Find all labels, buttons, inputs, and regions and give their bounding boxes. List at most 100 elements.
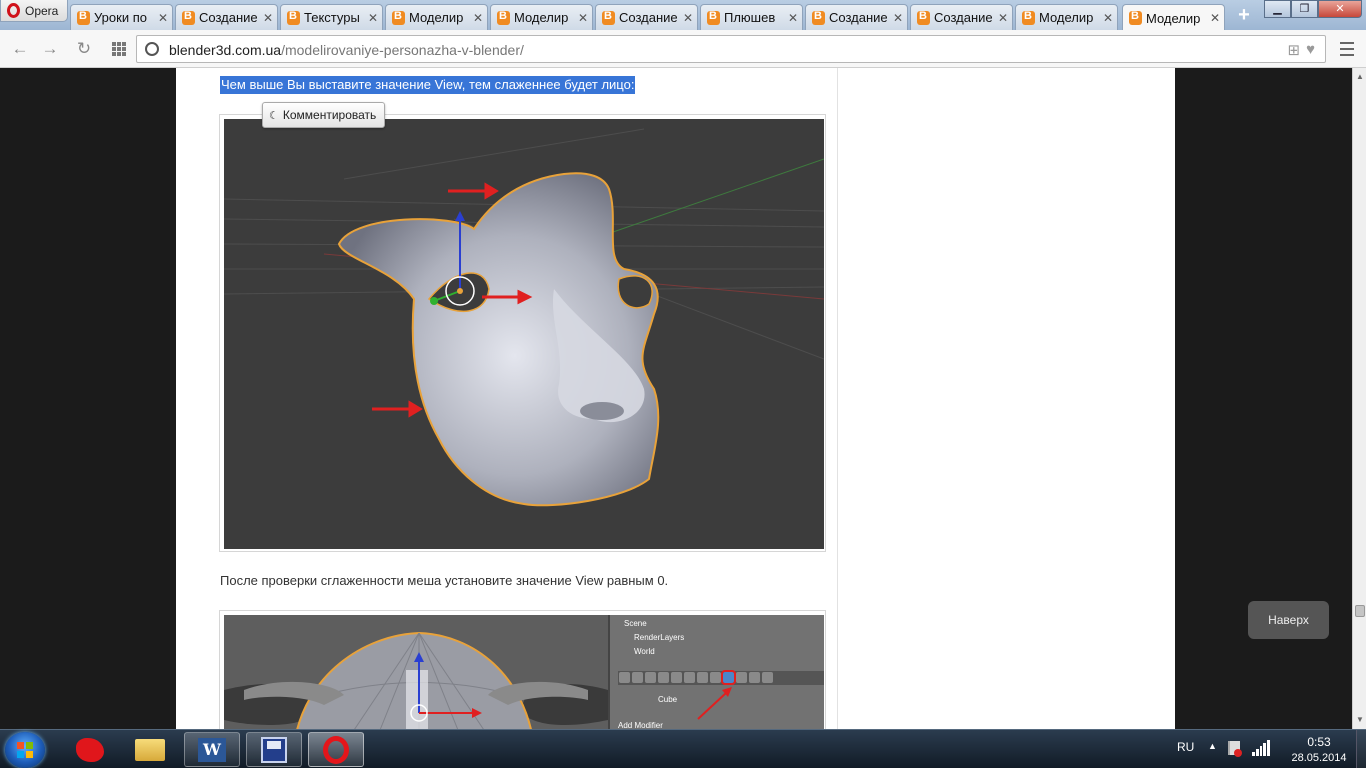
taskbar-app-splat[interactable] bbox=[62, 732, 118, 767]
new-tab-button[interactable]: + bbox=[1234, 5, 1254, 26]
comment-button-label: Комментировать bbox=[282, 108, 377, 122]
outliner-scene: Scene bbox=[624, 619, 647, 628]
properties-tabs bbox=[618, 670, 824, 685]
blender-favicon-icon bbox=[287, 10, 300, 25]
blender-screenshot-image: Scene RenderLayers World Cube Add Modifi… bbox=[224, 615, 824, 729]
tab[interactable]: Текстуры ✕ bbox=[280, 4, 383, 30]
forward-arrow-icon[interactable]: → bbox=[40, 39, 60, 59]
tab-label: Создание bbox=[199, 10, 258, 25]
article-paragraph: После проверки сглаженности меша установ… bbox=[220, 573, 669, 588]
face-mesh-render bbox=[224, 128, 824, 507]
taskbar-app-save[interactable] bbox=[246, 732, 302, 767]
tab-close-icon[interactable]: ✕ bbox=[473, 11, 483, 25]
tab-label: Плюшев bbox=[724, 10, 776, 25]
system-tray: RU ▲ 0:53 28.05.2014 bbox=[1168, 730, 1366, 768]
taskbar-app-opera[interactable] bbox=[308, 732, 364, 767]
browser-toolbar: ← → ↻ blender3d.com.ua/modelirovaniye-pe… bbox=[0, 30, 1366, 68]
bookmark-heart-icon[interactable]: ♥ bbox=[1306, 41, 1315, 59]
properties-panel: Scene RenderLayers World Cube Add Modifi… bbox=[608, 615, 824, 729]
taskbar-app-explorer[interactable] bbox=[122, 732, 178, 767]
scrollbar-thumb[interactable] bbox=[1355, 605, 1365, 617]
tab[interactable]: Создание ✕ bbox=[175, 4, 278, 30]
tab-close-icon[interactable]: ✕ bbox=[263, 11, 273, 25]
windows-taskbar: W RU ▲ 0:53 28.05.2014 bbox=[0, 729, 1366, 768]
add-modifier-label: Add Modifier bbox=[618, 721, 663, 729]
tab[interactable]: Создание ✕ bbox=[595, 4, 698, 30]
figure-modifier-panel: Scene RenderLayers World Cube Add Modifi… bbox=[219, 610, 826, 729]
url-domain: blender3d.com.ua bbox=[169, 42, 282, 58]
comment-button[interactable]: ☾ Комментировать bbox=[262, 102, 386, 128]
tab-label: Текстуры bbox=[304, 10, 360, 25]
red-splat-icon bbox=[76, 737, 104, 762]
show-hidden-icons-icon[interactable]: ▲ bbox=[1208, 741, 1217, 751]
minimize-button[interactable]: ▁ bbox=[1264, 0, 1291, 18]
clock-time: 0:53 bbox=[1307, 735, 1331, 749]
page-info-icon[interactable] bbox=[145, 42, 159, 56]
scroll-to-top-button[interactable]: Наверх bbox=[1248, 601, 1329, 639]
selected-text[interactable]: Чем выше Вы выставите значение View, тем… bbox=[220, 76, 636, 94]
maximize-button[interactable]: ❐ bbox=[1291, 0, 1318, 18]
blender-favicon-icon bbox=[707, 10, 720, 25]
opera-logo-icon bbox=[7, 3, 20, 18]
opera-menu-button[interactable]: Opera bbox=[0, 0, 68, 22]
comment-icon: ☾ bbox=[269, 109, 279, 122]
tab-close-icon[interactable]: ✕ bbox=[578, 11, 588, 25]
tab[interactable]: Моделир ✕ bbox=[385, 4, 488, 30]
tab[interactable]: Моделир ✕ bbox=[1015, 4, 1118, 30]
tab-close-icon[interactable]: ✕ bbox=[683, 11, 693, 25]
window-close-button[interactable]: ✕ bbox=[1318, 0, 1362, 18]
tab[interactable]: Уроки по ✕ bbox=[70, 4, 173, 30]
vertical-scrollbar[interactable]: ▲ ▼ bbox=[1352, 68, 1366, 729]
outliner-world: World bbox=[634, 647, 655, 656]
blender-favicon-icon bbox=[602, 10, 615, 25]
windows-logo-icon bbox=[17, 742, 33, 758]
stash-icon[interactable]: ⊞ bbox=[1288, 41, 1301, 59]
error-badge-icon bbox=[1234, 749, 1242, 757]
tab-active[interactable]: Моделир ✕ bbox=[1122, 4, 1225, 31]
tab-close-icon[interactable]: ✕ bbox=[788, 11, 798, 25]
tab-label: Моделир bbox=[1146, 10, 1201, 26]
taskbar-app-word[interactable]: W bbox=[184, 732, 240, 767]
tab[interactable]: Создание ✕ bbox=[805, 4, 908, 30]
tab-strip: Opera Уроки по ✕ Создание ✕ Текстуры ✕ Моде… bbox=[0, 0, 1366, 31]
blender-viewport-image bbox=[224, 119, 824, 549]
object-name: Cube bbox=[658, 695, 678, 704]
reload-icon[interactable]: ↻ bbox=[74, 39, 94, 59]
language-indicator[interactable]: RU bbox=[1177, 740, 1194, 754]
tab[interactable]: Плюшев ✕ bbox=[700, 4, 803, 30]
opera-menu-label: Opera bbox=[25, 3, 59, 18]
blender-favicon-icon bbox=[917, 10, 930, 25]
mesh-front-render bbox=[224, 615, 608, 729]
tab-label: Уроки по bbox=[94, 10, 147, 25]
article-content: Чем выше Вы выставите значение View, тем… bbox=[206, 68, 838, 729]
blender-favicon-icon bbox=[812, 10, 825, 25]
tab[interactable]: Моделир ✕ bbox=[490, 4, 593, 30]
tab[interactable]: Создание ✕ bbox=[910, 4, 1013, 30]
menu-icon[interactable] bbox=[1340, 42, 1354, 56]
show-desktop-button[interactable] bbox=[1356, 730, 1366, 768]
scroll-up-icon[interactable]: ▲ bbox=[1355, 72, 1365, 82]
blender-favicon-icon bbox=[392, 10, 405, 25]
tab-close-icon[interactable]: ✕ bbox=[1210, 11, 1220, 25]
address-bar[interactable]: blender3d.com.ua/modelirovaniye-personaz… bbox=[136, 35, 1326, 63]
outliner-renderlayers: RenderLayers bbox=[634, 633, 685, 642]
speed-dial-icon[interactable] bbox=[112, 42, 126, 56]
word-icon: W bbox=[198, 737, 226, 762]
tab-close-icon[interactable]: ✕ bbox=[893, 11, 903, 25]
tab-close-icon[interactable]: ✕ bbox=[1103, 11, 1113, 25]
network-signal-icon[interactable] bbox=[1252, 740, 1270, 756]
folder-icon bbox=[135, 738, 165, 761]
clock[interactable]: 0:53 28.05.2014 bbox=[1283, 734, 1355, 766]
tab-label: Создание bbox=[619, 10, 678, 25]
save-disk-icon bbox=[261, 736, 287, 763]
url-text[interactable]: blender3d.com.ua/modelirovaniye-personaz… bbox=[169, 42, 524, 58]
modifier-wrench-icon bbox=[721, 670, 736, 685]
blender-favicon-icon bbox=[1129, 10, 1142, 25]
scroll-down-icon[interactable]: ▼ bbox=[1355, 715, 1365, 725]
blender-favicon-icon bbox=[77, 10, 90, 25]
back-arrow-icon[interactable]: ← bbox=[10, 39, 30, 59]
tab-close-icon[interactable]: ✕ bbox=[998, 11, 1008, 25]
tab-close-icon[interactable]: ✕ bbox=[158, 11, 168, 25]
tab-close-icon[interactable]: ✕ bbox=[368, 11, 378, 25]
start-button[interactable] bbox=[5, 732, 45, 768]
